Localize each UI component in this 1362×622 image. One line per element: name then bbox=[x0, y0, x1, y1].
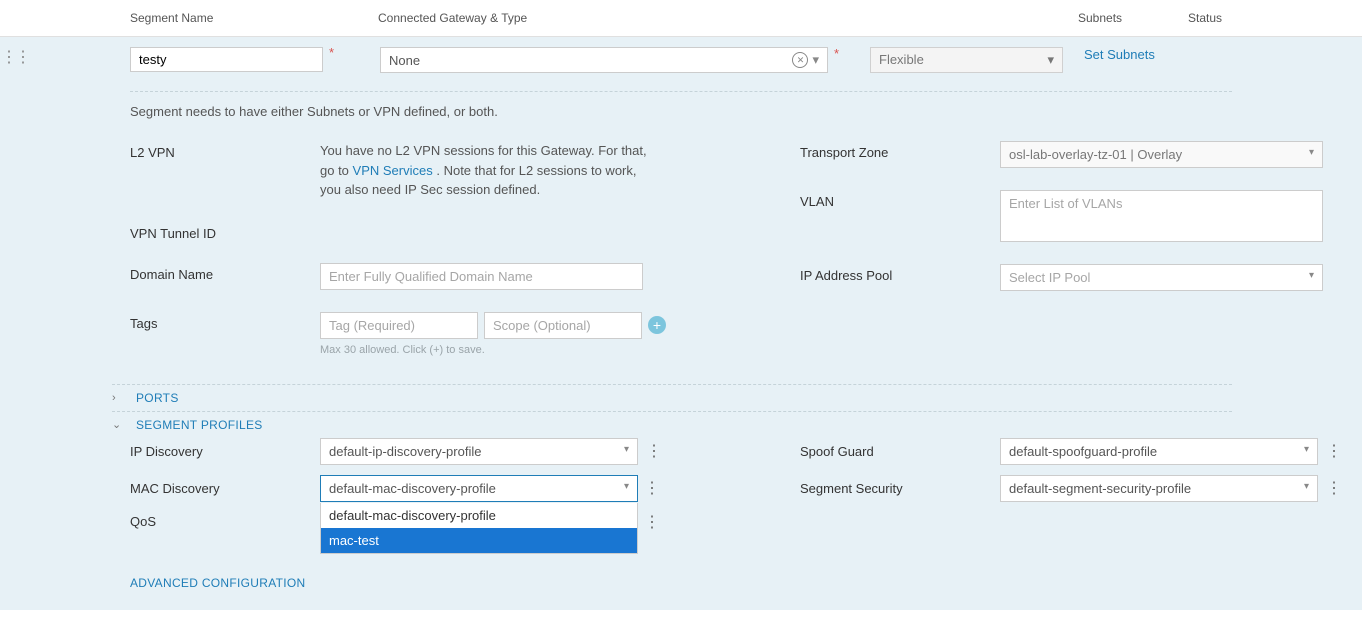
spoof-guard-label: Spoof Guard bbox=[800, 444, 1000, 459]
domain-name-label: Domain Name bbox=[130, 263, 320, 282]
qos-label: QoS bbox=[130, 514, 320, 529]
tag-input[interactable] bbox=[320, 312, 478, 339]
chevron-down-icon: ▾ bbox=[1309, 147, 1314, 162]
chevron-down-icon: ▾ bbox=[1047, 52, 1054, 68]
spoof-guard-select[interactable]: default-spoofguard-profile ▾ bbox=[1000, 438, 1318, 465]
advanced-configuration-link[interactable]: ADVANCED CONFIGURATION bbox=[130, 576, 1362, 590]
mac-discovery-label: MAC Discovery bbox=[130, 481, 320, 496]
segment-security-label: Segment Security bbox=[800, 481, 1000, 496]
segment-edit-row: ⋮⋮ * None ✕ ▾ * Flexible ▾ bbox=[0, 37, 1362, 610]
mac-discovery-option[interactable]: default-mac-discovery-profile bbox=[321, 503, 637, 528]
domain-name-input[interactable] bbox=[320, 263, 643, 290]
profiles-expand-toggle[interactable]: ⌄ bbox=[112, 418, 124, 431]
segment-profiles-section-link[interactable]: SEGMENT PROFILES bbox=[136, 418, 263, 432]
vpn-services-link[interactable]: VPN Services bbox=[353, 163, 433, 178]
ip-discovery-actions[interactable]: ⋮ bbox=[646, 441, 660, 461]
mac-discovery-select[interactable]: default-mac-discovery-profile ▾ bbox=[320, 475, 638, 502]
spoof-guard-value: default-spoofguard-profile bbox=[1009, 444, 1157, 459]
chevron-down-icon: ▾ bbox=[624, 444, 629, 459]
ip-pool-placeholder: Select IP Pool bbox=[1009, 270, 1090, 285]
ip-discovery-select[interactable]: default-ip-discovery-profile ▾ bbox=[320, 438, 638, 465]
vlan-input[interactable]: Enter List of VLANs bbox=[1000, 190, 1323, 242]
add-tag-button[interactable]: + bbox=[648, 316, 666, 334]
tags-label: Tags bbox=[130, 312, 320, 331]
transport-zone-label: Transport Zone bbox=[800, 141, 1000, 160]
transport-zone-select[interactable]: osl-lab-overlay-tz-01 | Overlay ▾ bbox=[1000, 141, 1323, 168]
vlan-label: VLAN bbox=[800, 190, 1000, 209]
segment-name-input[interactable] bbox=[130, 47, 323, 72]
ip-pool-label: IP Address Pool bbox=[800, 264, 1000, 283]
tags-hint: Max 30 allowed. Click (+) to save. bbox=[320, 344, 800, 356]
chevron-down-icon: ▾ bbox=[812, 52, 819, 68]
ip-pool-select[interactable]: Select IP Pool ▾ bbox=[1000, 264, 1323, 291]
required-indicator: * bbox=[834, 46, 839, 61]
spoof-guard-actions[interactable]: ⋮ bbox=[1326, 441, 1340, 461]
header-gateway-type: Connected Gateway & Type bbox=[378, 11, 1078, 25]
subnet-vpn-hint: Segment needs to have either Subnets or … bbox=[130, 104, 1362, 119]
clear-gateway-icon[interactable]: ✕ bbox=[792, 52, 808, 68]
header-subnets: Subnets bbox=[1078, 11, 1188, 25]
chevron-down-icon: ▾ bbox=[1304, 444, 1309, 459]
l2vpn-label: L2 VPN bbox=[130, 141, 320, 160]
set-subnets-link[interactable]: Set Subnets bbox=[1084, 47, 1155, 62]
ports-section-link[interactable]: PORTS bbox=[136, 391, 179, 405]
segment-type-select[interactable]: Flexible ▾ bbox=[870, 47, 1063, 73]
chevron-down-icon: ▾ bbox=[1304, 481, 1309, 496]
connected-gateway-value: None bbox=[389, 53, 420, 68]
connected-gateway-select[interactable]: None ✕ ▾ bbox=[380, 47, 828, 73]
vpn-tunnel-label: VPN Tunnel ID bbox=[130, 222, 320, 241]
segment-type-value: Flexible bbox=[879, 52, 924, 68]
qos-actions[interactable]: ⋮ bbox=[644, 512, 658, 532]
segment-security-value: default-segment-security-profile bbox=[1009, 481, 1191, 496]
chevron-down-icon: ▾ bbox=[1309, 270, 1314, 285]
row-drag-handle[interactable]: ⋮⋮ bbox=[0, 47, 30, 67]
ip-discovery-label: IP Discovery bbox=[130, 444, 320, 459]
scope-input[interactable] bbox=[484, 312, 642, 339]
mac-discovery-dropdown: default-mac-discovery-profile mac-test bbox=[320, 503, 638, 554]
header-status: Status bbox=[1188, 11, 1298, 25]
chevron-down-icon: ▾ bbox=[624, 481, 629, 496]
ports-expand-toggle[interactable]: › bbox=[112, 392, 124, 404]
mac-discovery-value: default-mac-discovery-profile bbox=[329, 481, 496, 496]
header-segment-name: Segment Name bbox=[40, 11, 378, 25]
segment-security-actions[interactable]: ⋮ bbox=[1326, 478, 1340, 498]
segment-security-select[interactable]: default-segment-security-profile ▾ bbox=[1000, 475, 1318, 502]
required-indicator: * bbox=[329, 45, 334, 60]
table-header: Segment Name Connected Gateway & Type Su… bbox=[0, 0, 1362, 37]
l2vpn-info-text: You have no L2 VPN sessions for this Gat… bbox=[320, 141, 650, 200]
mac-discovery-option[interactable]: mac-test bbox=[321, 528, 637, 553]
transport-zone-value: osl-lab-overlay-tz-01 | Overlay bbox=[1009, 147, 1182, 162]
ip-discovery-value: default-ip-discovery-profile bbox=[329, 444, 481, 459]
mac-discovery-actions[interactable]: ⋮ bbox=[644, 478, 658, 498]
